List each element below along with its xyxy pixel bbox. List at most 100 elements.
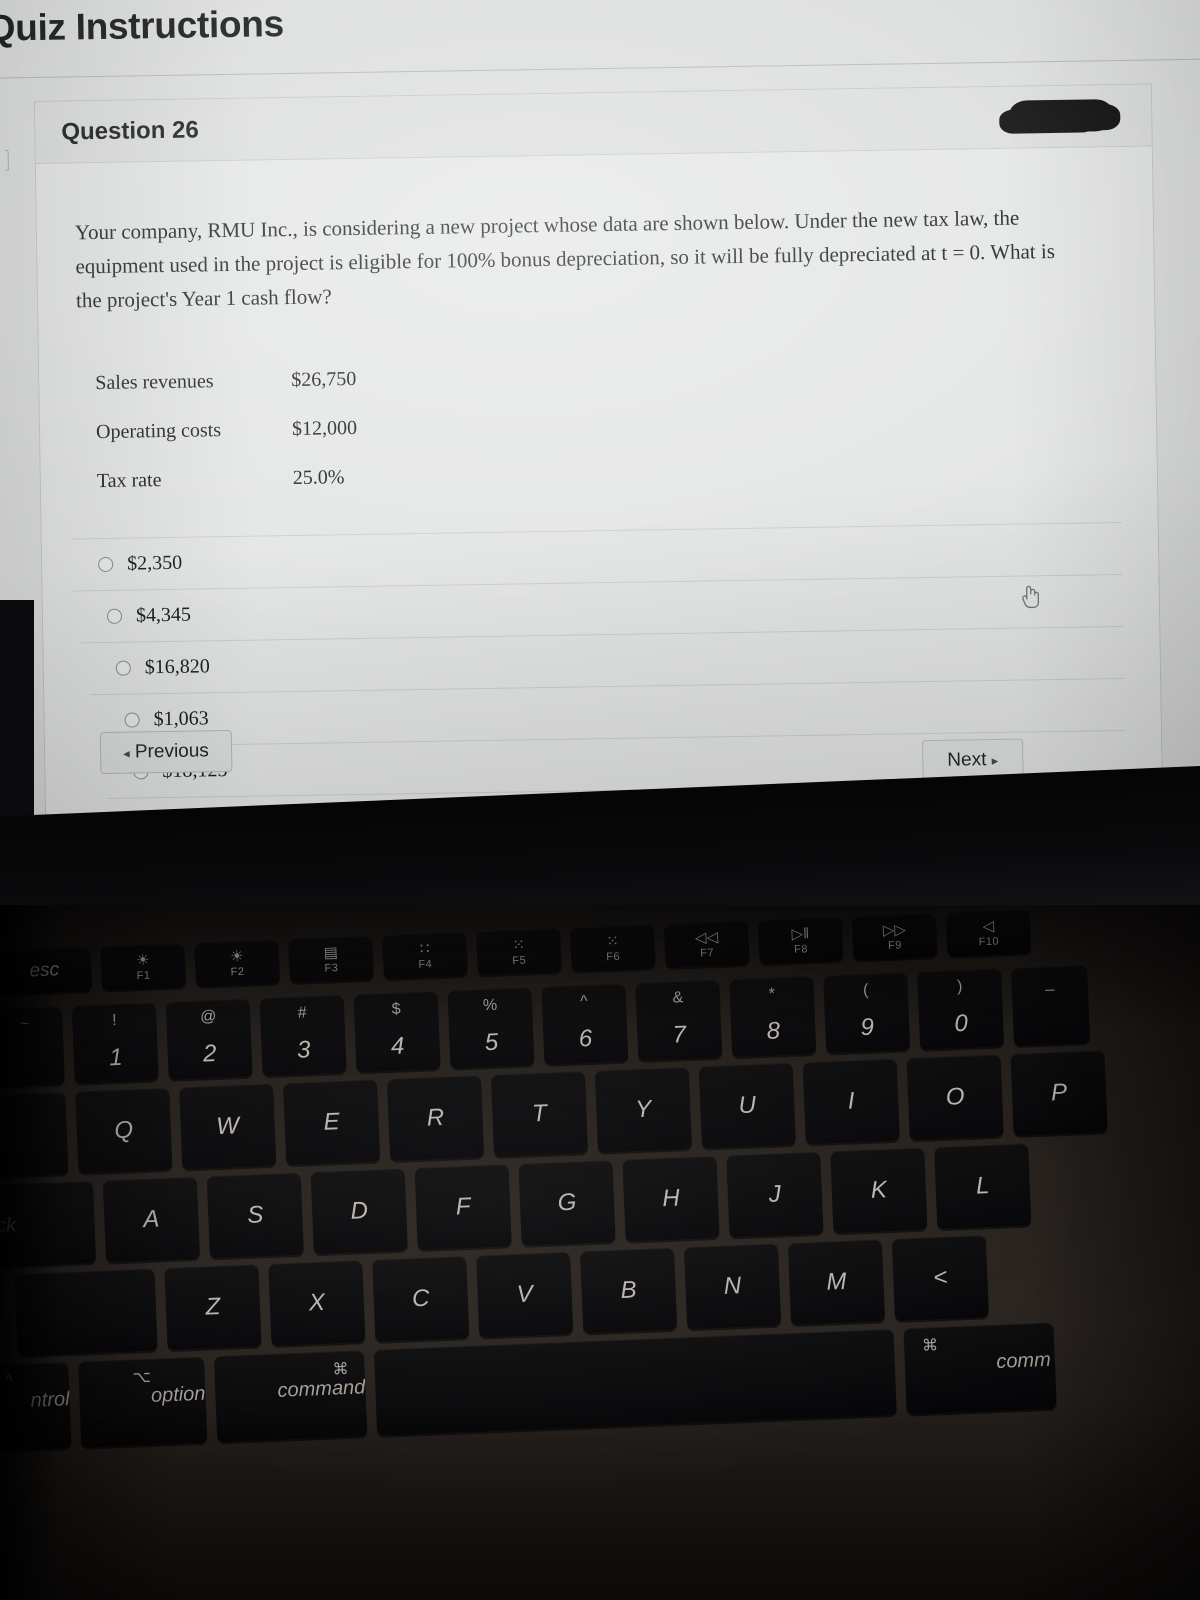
key-3[interactable]: # 3	[259, 994, 347, 1077]
tab-key[interactable]: ab	[0, 1092, 69, 1179]
right-command-key[interactable]: ⌘ comm	[903, 1322, 1057, 1415]
key-0-shift-label: )	[956, 978, 963, 996]
radio-button-icon[interactable]	[106, 608, 123, 624]
mission-control-icon: ▤	[323, 943, 339, 962]
f9-label: F9	[887, 938, 903, 952]
key-2[interactable]: @ 2	[165, 998, 253, 1080]
laptop-screen: ted. Dec 15 at 10.20pm Quiz Instructions…	[0, 0, 1200, 862]
f2-key[interactable]: ☀ F2	[194, 939, 281, 987]
command-key[interactable]: ⌘ command	[213, 1350, 368, 1443]
key-n[interactable]: N	[683, 1243, 782, 1330]
key-k[interactable]: K	[830, 1147, 928, 1234]
key-p-label: P	[1050, 1078, 1068, 1107]
key-q[interactable]: Q	[75, 1087, 173, 1174]
key-i[interactable]: I	[802, 1058, 900, 1145]
key-u[interactable]: U	[698, 1062, 796, 1149]
key-y[interactable]: Y	[594, 1067, 692, 1153]
f7-label: F7	[699, 946, 715, 960]
key-a[interactable]: A	[102, 1176, 201, 1263]
key-0[interactable]: ) 0	[917, 968, 1005, 1050]
key-2-label: 2	[202, 1040, 217, 1068]
key-g[interactable]: G	[518, 1160, 616, 1246]
keyboard-backlight-down-icon: ⁙	[512, 936, 526, 954]
row-value: 25.0%	[292, 466, 345, 490]
key-j-label: J	[768, 1180, 782, 1208]
key-7[interactable]: & 7	[635, 979, 723, 1062]
key-r[interactable]: R	[386, 1075, 485, 1162]
key-j[interactable]: J	[726, 1151, 824, 1238]
launchpad-icon: ∷	[419, 939, 430, 958]
key-9[interactable]: ( 9	[823, 972, 911, 1054]
key-h[interactable]: H	[622, 1156, 720, 1242]
key-e[interactable]: E	[283, 1079, 381, 1166]
key-b-label: B	[620, 1276, 638, 1304]
key-s-label: S	[246, 1201, 264, 1229]
tilde-key[interactable]: ~	[0, 1006, 65, 1088]
f10-key[interactable]: ◁ F10	[945, 909, 1032, 957]
key-v[interactable]: V	[476, 1251, 574, 1338]
key-4[interactable]: $ 4	[353, 991, 441, 1073]
key-b[interactable]: B	[580, 1247, 678, 1334]
f9-key[interactable]: ▷▷ F9	[851, 913, 938, 961]
key-comma[interactable]: <	[891, 1235, 989, 1321]
key-5[interactable]: % 5	[447, 987, 535, 1069]
flag-question-icon[interactable]	[0, 149, 9, 171]
caret-left-icon: ◂	[123, 745, 130, 761]
key-8-label: 8	[766, 1017, 781, 1045]
space-key[interactable]	[373, 1329, 897, 1436]
row-label: Operating costs	[95, 419, 222, 444]
f4-label: F4	[418, 957, 433, 971]
f4-key[interactable]: ∷ F4	[382, 931, 468, 980]
f7-key[interactable]: ◁◁ F7	[663, 920, 750, 968]
caps-lock-label: lock	[0, 1213, 17, 1238]
left-shift-key[interactable]	[14, 1268, 158, 1357]
radio-button-icon[interactable]	[124, 712, 140, 728]
key-m[interactable]: M	[787, 1239, 886, 1326]
right-command-symbol-icon: ⌘	[921, 1337, 939, 1355]
f6-key[interactable]: ⁙ F6	[570, 924, 656, 972]
key-z[interactable]: Z	[164, 1264, 262, 1351]
key-9-label: 9	[860, 1013, 875, 1042]
key-d[interactable]: D	[310, 1168, 408, 1255]
key-q-label: Q	[113, 1116, 134, 1145]
key-8[interactable]: * 8	[729, 976, 817, 1058]
key-7-shift-label: &	[672, 989, 684, 1007]
previous-question-button[interactable]: ◂ Previous	[99, 729, 233, 775]
f5-key[interactable]: ⁙ F5	[476, 928, 562, 976]
key-3-label: 3	[296, 1036, 311, 1064]
key-6[interactable]: ^ 6	[541, 983, 629, 1065]
laptop-photo: ted. Dec 15 at 10.20pm Quiz Instructions…	[0, 0, 1200, 1600]
option-key[interactable]: ⌥ option	[78, 1356, 208, 1448]
key-1[interactable]: ! 1	[71, 1002, 159, 1084]
key-w[interactable]: W	[179, 1083, 277, 1170]
radio-button-icon[interactable]	[115, 660, 131, 676]
brightness-down-icon: ☀	[135, 951, 151, 969]
key-s[interactable]: S	[206, 1172, 304, 1259]
control-key[interactable]: ^ ntrol	[0, 1362, 72, 1453]
key-d-label: D	[350, 1197, 369, 1225]
key-x[interactable]: X	[268, 1260, 366, 1347]
key-m-label: M	[825, 1267, 847, 1296]
key-c[interactable]: C	[372, 1256, 470, 1342]
key-l[interactable]: L	[934, 1143, 1032, 1230]
answer-label: $2,350	[126, 551, 183, 575]
next-label: Next	[947, 749, 987, 771]
key-p[interactable]: P	[1010, 1050, 1108, 1137]
minus-key[interactable]: _	[1010, 965, 1091, 1046]
header-divider	[0, 58, 1200, 79]
f1-label: F1	[136, 969, 151, 982]
key-1-label: 1	[108, 1043, 124, 1072]
f3-key[interactable]: ▤ F3	[288, 935, 374, 984]
esc-key[interactable]: esc	[0, 946, 93, 995]
esc-label: esc	[29, 959, 60, 982]
caps-lock-key[interactable]: lock	[0, 1181, 97, 1268]
f1-key[interactable]: ☀ F1	[100, 943, 187, 991]
radio-button-icon[interactable]	[98, 556, 114, 573]
f8-key[interactable]: ▷‖ F8	[757, 916, 844, 965]
previous-label: Previous	[134, 740, 210, 763]
key-o[interactable]: O	[906, 1054, 1004, 1141]
mute-icon: ◁	[982, 917, 995, 935]
key-f[interactable]: F	[414, 1164, 512, 1251]
key-t[interactable]: T	[490, 1071, 589, 1157]
minus-shift-label: _	[1044, 974, 1055, 992]
